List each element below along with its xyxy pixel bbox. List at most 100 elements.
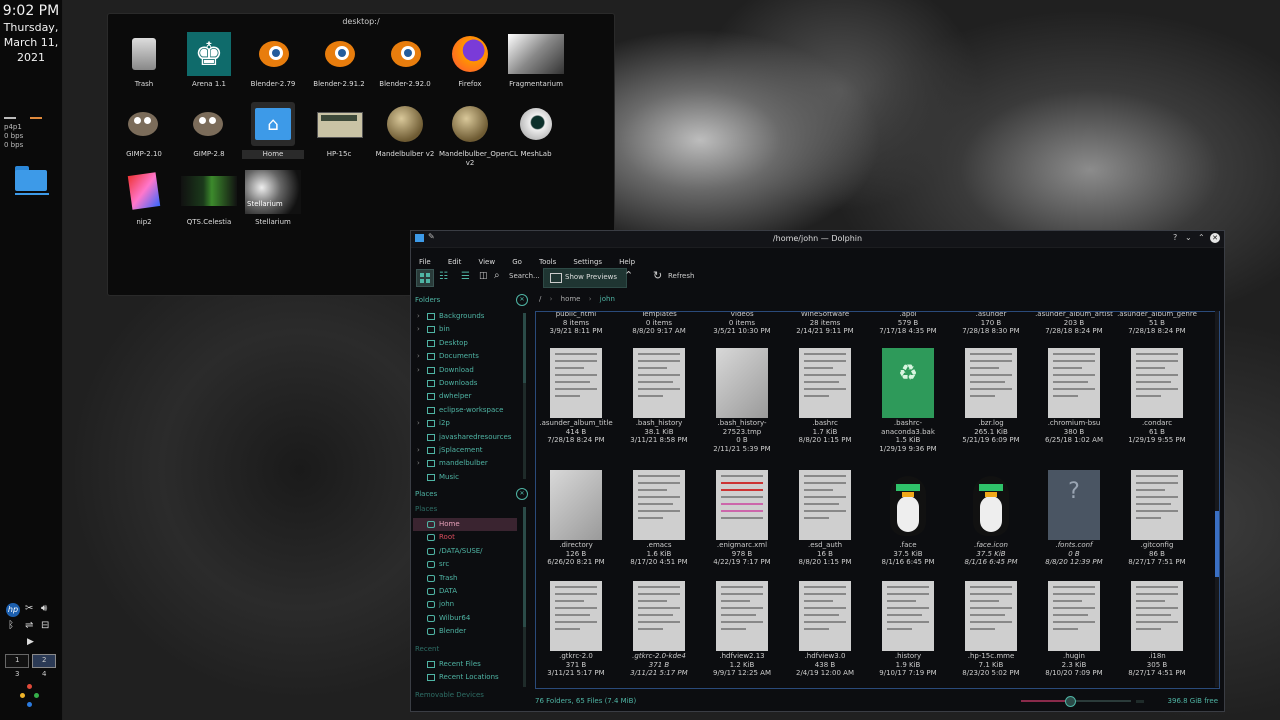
file-item[interactable]: Videos 0 items 3/5/21 10:30 PM (702, 312, 782, 336)
title-bar[interactable]: ✎ /home/john — Dolphin ? ⌄ ⌃ ✕ (411, 231, 1224, 248)
desktop-icon-nip2[interactable]: nip2 (113, 170, 175, 227)
desktop-icon-qts-celestia[interactable]: QTS.Celestia (178, 170, 240, 227)
folder-tree-item[interactable]: › mandelbulber (413, 457, 521, 470)
search-icon[interactable]: ⌕ (494, 270, 500, 281)
network-icon[interactable]: ⊟ (41, 620, 49, 631)
breadcrumb-root[interactable]: / (539, 295, 541, 303)
file-view[interactable]: public_html 8 items 3/9/21 8:11 PM Template… (535, 311, 1220, 689)
file-item[interactable]: .asunder_album_title 414 B 7/28/18 8:24 PM (536, 348, 616, 445)
folder-tree-item[interactable]: eclipse-workspace (413, 404, 521, 417)
places-item-root[interactable]: Root (413, 531, 517, 544)
file-item[interactable]: .bash_history 38.1 KiB 3/11/21 8:58 PM (619, 348, 699, 445)
zoom-slider[interactable] (1021, 696, 1131, 707)
file-item[interactable]: .apol 579 B 7/17/18 4:35 PM (868, 312, 948, 336)
menu-tools[interactable]: Tools (539, 258, 556, 266)
scissors-icon[interactable]: ✂ (25, 603, 33, 614)
file-item[interactable]: .enigmarc.xml 978 B 4/22/19 7:17 PM (702, 470, 782, 567)
expand-arrow-icon[interactable]: › (417, 364, 420, 377)
desktop-icon-gimp-2-10[interactable]: GIMP-2.10 (113, 102, 175, 159)
places-item-wilbur64[interactable]: Wilbur64 (413, 612, 517, 625)
close-places-panel-icon[interactable]: ✕ (516, 488, 528, 500)
file-item[interactable]: WineSoftware 28 items 2/14/21 9:11 PM (785, 312, 865, 336)
file-item[interactable]: ? .fonts.conf 0 B 8/8/20 12:39 PM (1034, 470, 1114, 567)
file-item[interactable]: .gtkrc-2.0 371 B 3/11/21 5:17 PM (536, 581, 616, 678)
places-item--data-suse-[interactable]: /DATA/SUSE/ (413, 545, 517, 558)
file-item[interactable]: .chromium-bsu 380 B 6/25/18 1:02 AM (1034, 348, 1114, 445)
split-view-icon[interactable]: ◫ (479, 271, 488, 281)
expand-tray-icon[interactable]: ▶ (27, 637, 34, 647)
file-item[interactable]: .emacs 1.6 KiB 8/17/20 4:51 PM (619, 470, 699, 567)
file-item[interactable]: ♻ .bashrc-anaconda3.bak 1.5 KiB 1/29/19 9:3… (868, 348, 948, 453)
close-folders-panel-icon[interactable]: ✕ (516, 294, 528, 306)
file-view-scrollbar[interactable] (1215, 311, 1219, 687)
expand-arrow-icon[interactable]: › (417, 310, 420, 323)
folder-tree-item[interactable]: › Download (413, 364, 521, 377)
desktop-icon-mandelbulber-opencl-v2[interactable]: Mandelbulber_OpenCL v2 (439, 102, 518, 168)
maximize-icon[interactable]: ⌃ (1198, 233, 1205, 242)
menu-go[interactable]: Go (512, 258, 522, 266)
desktop-icon-trash[interactable]: Trash (113, 32, 175, 89)
file-item[interactable]: .esd_auth 16 B 8/8/20 1:15 PM (785, 470, 865, 567)
refresh-button[interactable]: Refresh (668, 272, 694, 280)
file-item[interactable]: Templates 0 items 8/8/20 9:17 AM (619, 312, 699, 336)
file-item[interactable]: .bash_history-27523.tmp 0 B 2/11/21 5:39 P… (702, 348, 782, 453)
breadcrumb-home[interactable]: home (561, 295, 581, 303)
expand-arrow-icon[interactable]: › (417, 350, 420, 363)
file-item[interactable]: .asunder_album_genre 51 B 7/28/18 8:24 PM (1117, 312, 1197, 336)
file-item[interactable]: .condarc 61 B 1/29/19 9:55 PM (1117, 348, 1197, 445)
file-item[interactable]: public_html 8 items 3/9/21 8:11 PM (536, 312, 616, 336)
folder-tree-item[interactable]: › Backgrounds (413, 310, 521, 323)
file-item[interactable]: .i18n 305 B 8/27/17 4:51 PM (1117, 581, 1197, 678)
folder-tree-item[interactable]: Desktop (413, 337, 521, 350)
expand-arrow-icon[interactable]: › (417, 444, 420, 457)
file-item[interactable]: .hdfview2.13 1.2 KiB 9/9/17 12:25 AM (702, 581, 782, 678)
expand-arrow-icon[interactable]: › (417, 323, 420, 336)
file-item[interactable]: .bzr.log 265.1 KiB 5/21/19 6:09 PM (951, 348, 1031, 445)
minimize-icon[interactable]: ⌄ (1185, 233, 1192, 242)
places-item-trash[interactable]: Trash (413, 572, 517, 585)
menu-file[interactable]: File (419, 258, 431, 266)
places-item-home[interactable]: Home (413, 518, 517, 532)
file-item[interactable]: .directory 126 B 6/26/20 8:21 PM (536, 470, 616, 567)
folder-tree-item[interactable]: javasharedresources (413, 431, 521, 444)
places-item-src[interactable]: src (413, 558, 517, 571)
folder-tree-item[interactable]: Downloads (413, 377, 521, 390)
places-item-john[interactable]: john (413, 598, 517, 611)
folder-tree-item[interactable]: › Documents (413, 350, 521, 363)
desktop-icon-meshlab[interactable]: MeshLab (505, 102, 567, 159)
desktop-icon-blender-2-91-2[interactable]: Blender-2.91.2 (308, 32, 370, 89)
bluetooth-icon[interactable]: ᛒ (8, 620, 14, 631)
desktop-icon-gimp-2-8[interactable]: GIMP-2.8 (178, 102, 240, 159)
desktop-icon-hp-15c[interactable]: HP-15c (308, 102, 370, 159)
help-icon[interactable]: ? (1173, 233, 1177, 242)
desktop-icon-firefox[interactable]: Firefox (439, 32, 501, 89)
volume-icon[interactable]: 🔊︎ (41, 603, 47, 614)
file-item[interactable]: .hp-15c.mme 7.1 KiB 8/23/20 5:02 PM (951, 581, 1031, 678)
clock[interactable]: 9:02 PM Thursday, March 11, 2021 (0, 3, 62, 65)
file-item[interactable]: .bashrc 1.7 KiB 8/8/20 1:15 PM (785, 348, 865, 445)
compact-view-icon[interactable]: ☷ (439, 271, 448, 282)
desktop-icon-home[interactable]: ⌂ Home (242, 102, 304, 159)
desktop-icon-fragmentarium[interactable]: Fragmentarium (505, 32, 567, 89)
menu-help[interactable]: Help (619, 258, 635, 266)
desktop-icon-arena-1-1[interactable]: ♚ Arena 1.1 (178, 32, 240, 89)
menu-edit[interactable]: Edit (448, 258, 462, 266)
expand-arrow-icon[interactable]: › (417, 457, 420, 470)
recent-item[interactable]: Recent Files (413, 658, 517, 671)
expand-arrow-icon[interactable]: › (417, 417, 420, 430)
file-item[interactable]: .hdfview3.0 438 B 2/4/19 12:00 AM (785, 581, 865, 678)
chevron-up-icon[interactable]: ⌃ (624, 269, 633, 282)
places-item-blender[interactable]: Blender (413, 625, 517, 638)
close-icon[interactable]: ✕ (1210, 233, 1220, 243)
folder-tree-item[interactable]: › jSplacement (413, 444, 521, 457)
file-item[interactable]: .face 37.5 KiB 8/1/16 6:45 PM (868, 470, 948, 567)
usb-icon[interactable]: ⇌ (25, 620, 33, 631)
file-item[interactable]: .asunder 170 B 7/28/18 8:30 PM (951, 312, 1031, 336)
hp-icon[interactable]: hp (6, 603, 20, 617)
folder-tree-item[interactable]: › bin (413, 323, 521, 336)
refresh-icon[interactable]: ↻ (653, 269, 662, 282)
file-item[interactable]: .hugin 2.3 KiB 8/10/20 7:09 PM (1034, 581, 1114, 678)
file-item[interactable]: .face.icon 37.5 KiB 8/1/16 6:45 PM (951, 470, 1031, 567)
menu-settings[interactable]: Settings (573, 258, 602, 266)
search-button[interactable]: Search... (509, 272, 540, 280)
